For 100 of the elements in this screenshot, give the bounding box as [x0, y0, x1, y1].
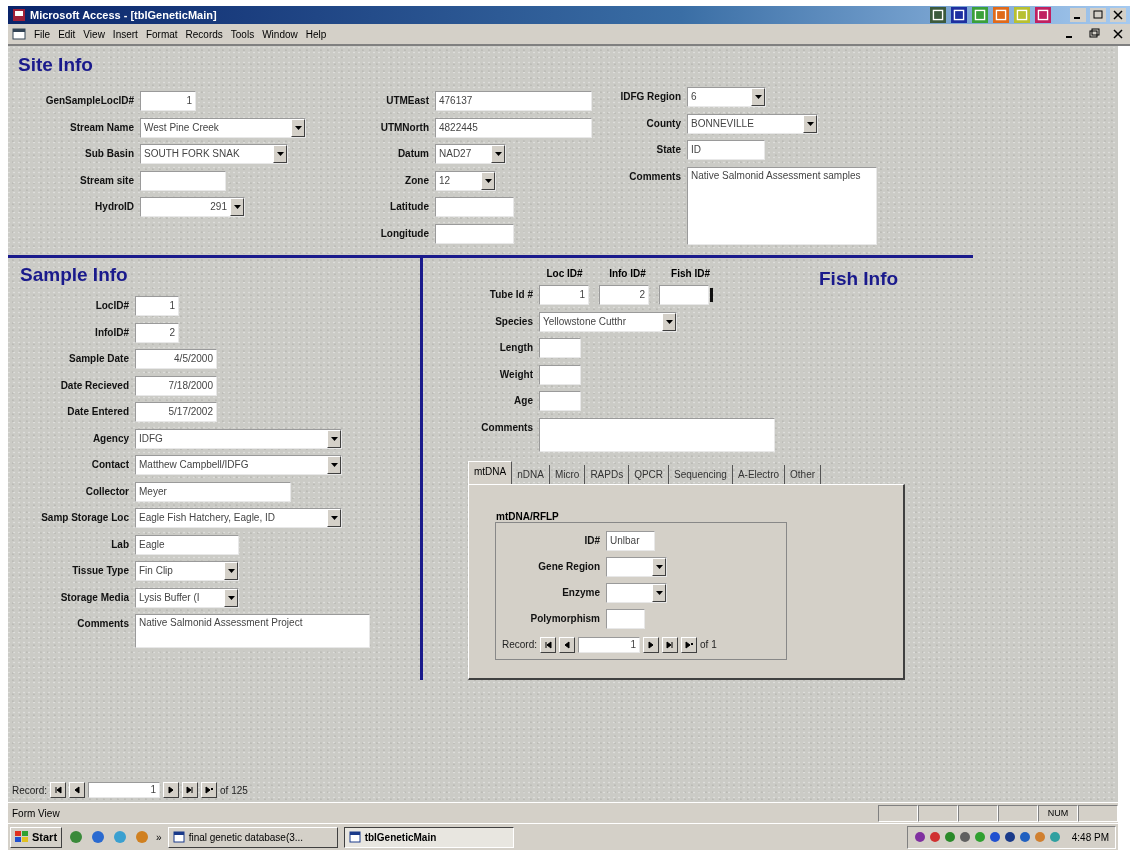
- record-nav-button[interactable]: [50, 782, 66, 798]
- combo-box[interactable]: Yellowstone Cutthr: [539, 311, 677, 332]
- combo-box[interactable]: West Pine Creek: [140, 117, 306, 138]
- dropdown-button[interactable]: [327, 429, 341, 448]
- combo-box[interactable]: [606, 556, 667, 577]
- text-field[interactable]: 1: [135, 296, 179, 316]
- dropdown-button[interactable]: [491, 145, 505, 163]
- record-nav-button[interactable]: [201, 782, 217, 798]
- dropdown-button[interactable]: [652, 583, 666, 602]
- menu-item[interactable]: Window: [262, 28, 298, 40]
- dropdown-button[interactable]: [327, 456, 341, 474]
- text-field[interactable]: Eagle: [135, 534, 239, 555]
- dropdown-button[interactable]: [273, 145, 287, 163]
- tray-icon[interactable]: [1018, 831, 1031, 843]
- dropdown-button[interactable]: [652, 557, 666, 576]
- text-field[interactable]: 7/18/2000: [135, 375, 217, 396]
- combo-box[interactable]: Matthew Campbell/IDFG: [135, 455, 342, 475]
- text-field[interactable]: Unlbar: [606, 530, 655, 551]
- close-icon[interactable]: [1110, 27, 1126, 41]
- memo-field[interactable]: Native Salmonid Assessment samples: [687, 166, 877, 245]
- text-field[interactable]: 1: [539, 285, 589, 305]
- tab[interactable]: Sequencing: [669, 464, 733, 484]
- text-field[interactable]: [539, 391, 581, 411]
- memo-field[interactable]: [539, 417, 775, 452]
- record-number-field[interactable]: 1: [88, 782, 160, 798]
- menu-item[interactable]: Tools: [230, 28, 255, 40]
- record-nav-button[interactable]: [559, 636, 575, 653]
- menu-item[interactable]: Help: [305, 28, 327, 40]
- text-field[interactable]: [606, 608, 645, 629]
- restore-icon[interactable]: [1086, 27, 1102, 41]
- app-shortcut-icon[interactable]: [1034, 7, 1052, 23]
- menu-item[interactable]: Edit: [58, 28, 76, 40]
- tray-icon[interactable]: [943, 831, 956, 843]
- record-nav-button[interactable]: [69, 782, 85, 798]
- dropdown-button[interactable]: [224, 562, 238, 580]
- tray-icon[interactable]: [958, 831, 971, 843]
- text-field[interactable]: Meyer: [135, 481, 291, 502]
- menu-item[interactable]: View: [83, 28, 105, 40]
- text-field[interactable]: 1: [140, 91, 196, 111]
- record-nav-button[interactable]: [182, 782, 198, 798]
- tray-icon[interactable]: [928, 831, 941, 843]
- app-shortcut-icon[interactable]: [950, 7, 968, 23]
- text-field[interactable]: [539, 364, 581, 385]
- menu-item[interactable]: Insert: [112, 28, 138, 40]
- minimize-icon[interactable]: [1070, 8, 1086, 22]
- taskbar-button[interactable]: tblGeneticMain: [343, 826, 514, 848]
- text-field[interactable]: [435, 197, 514, 217]
- dropdown-button[interactable]: [481, 171, 495, 190]
- record-nav-button[interactable]: [643, 636, 659, 653]
- text-field[interactable]: 2: [135, 322, 179, 343]
- dropdown-button[interactable]: [230, 198, 244, 216]
- combo-box[interactable]: Lysis Buffer (I: [135, 587, 239, 608]
- text-field[interactable]: ID: [687, 140, 765, 160]
- close-icon[interactable]: [1110, 8, 1126, 22]
- taskbar-button[interactable]: final genetic database(3...: [167, 826, 338, 848]
- combo-box[interactable]: BONNEVILLE: [687, 113, 818, 134]
- text-field[interactable]: 5/17/2002: [135, 402, 217, 422]
- dropdown-button[interactable]: [662, 312, 676, 331]
- memo-field[interactable]: Native Salmonid Assessment Project: [135, 614, 370, 648]
- quick-launch-icon[interactable]: [68, 829, 85, 845]
- tab[interactable]: RAPDs: [585, 464, 630, 484]
- record-nav-button[interactable]: [540, 636, 556, 653]
- text-field[interactable]: 4/5/2000: [135, 349, 217, 369]
- text-field[interactable]: [539, 338, 581, 358]
- combo-box[interactable]: IDFG: [135, 428, 342, 449]
- text-field[interactable]: 2: [599, 285, 649, 305]
- menu-item[interactable]: File: [34, 28, 51, 40]
- combo-box[interactable]: Eagle Fish Hatchery, Eagle, ID: [135, 508, 342, 528]
- tab[interactable]: Other: [785, 464, 822, 484]
- tab[interactable]: mtDNA: [468, 460, 513, 484]
- quick-launch-icon[interactable]: [90, 829, 107, 845]
- text-field[interactable]: [140, 170, 226, 191]
- record-number-field[interactable]: 1: [578, 636, 640, 653]
- combo-box[interactable]: Fin Clip: [135, 561, 239, 581]
- combo-box[interactable]: NAD27: [435, 144, 506, 164]
- more-chevron[interactable]: »: [156, 831, 162, 843]
- combo-box[interactable]: 6: [687, 87, 766, 107]
- dropdown-button[interactable]: [803, 114, 817, 133]
- combo-box[interactable]: 291: [140, 197, 245, 217]
- app-shortcut-icon[interactable]: [929, 7, 947, 23]
- menu-item[interactable]: Records: [185, 28, 223, 40]
- start-button[interactable]: Start: [10, 826, 63, 848]
- tab[interactable]: nDNA: [512, 464, 550, 484]
- dropdown-button[interactable]: [751, 88, 765, 106]
- text-field[interactable]: [659, 285, 709, 305]
- tab[interactable]: Micro: [549, 464, 586, 484]
- text-field[interactable]: [435, 223, 514, 244]
- text-field[interactable]: 4822445: [435, 117, 592, 138]
- dropdown-button[interactable]: [291, 118, 305, 137]
- tray-icon[interactable]: [913, 831, 926, 843]
- record-nav-button[interactable]: [163, 782, 179, 798]
- record-nav-button[interactable]: [681, 636, 697, 653]
- text-field[interactable]: 476137: [435, 91, 592, 111]
- dropdown-button[interactable]: [327, 509, 341, 527]
- tray-icon[interactable]: [988, 831, 1001, 843]
- tray-icon[interactable]: [1003, 831, 1016, 843]
- dropdown-button[interactable]: [224, 588, 238, 607]
- menu-item[interactable]: Format: [145, 28, 178, 40]
- combo-box[interactable]: [606, 582, 667, 603]
- combo-box[interactable]: SOUTH FORK SNAK: [140, 144, 288, 164]
